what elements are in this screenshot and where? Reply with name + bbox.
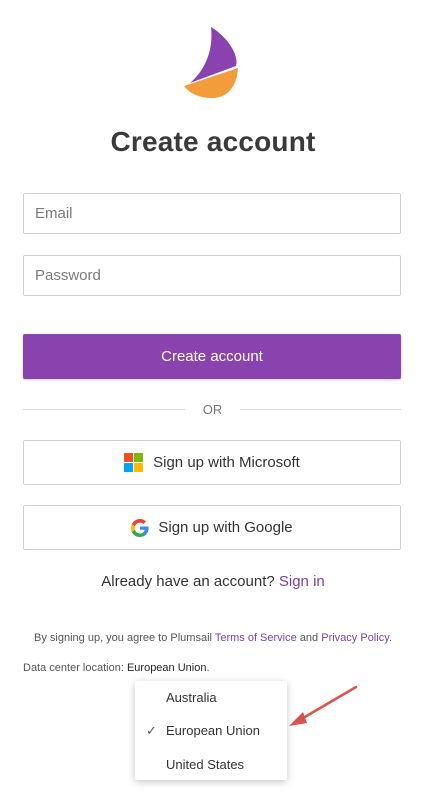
email-field[interactable] bbox=[23, 193, 401, 234]
google-button-label: Sign up with Google bbox=[158, 519, 293, 536]
option-label: European Union bbox=[166, 723, 260, 738]
sail-logo-icon bbox=[184, 27, 238, 98]
red-arrow-annotation-icon bbox=[289, 685, 358, 726]
data-center-dropdown: Australia ✓ European Union United States bbox=[135, 681, 287, 780]
sign-in-link[interactable]: Sign in bbox=[279, 573, 325, 590]
checkmark-icon: ✓ bbox=[146, 723, 157, 738]
terms-prefix: By signing up, you agree to Plumsail bbox=[34, 632, 212, 644]
google-icon bbox=[131, 518, 149, 537]
page-title: Create account bbox=[110, 126, 316, 157]
microsoft-button-label: Sign up with Microsoft bbox=[153, 454, 300, 471]
terms-of-service-link[interactable]: Terms of Service bbox=[215, 632, 297, 644]
sign-up-microsoft-button[interactable]: Sign up with Microsoft bbox=[23, 440, 401, 485]
data-center-suffix: . bbox=[206, 662, 210, 674]
data-center-value[interactable]: European Union bbox=[127, 662, 207, 674]
or-label: OR bbox=[202, 402, 223, 417]
dropdown-option-european-union[interactable]: ✓ European Union bbox=[135, 714, 287, 748]
data-center-label: Data center location: bbox=[23, 662, 124, 674]
microsoft-icon bbox=[124, 453, 144, 472]
dropdown-option-united-states[interactable]: United States bbox=[135, 748, 287, 782]
sign-up-google-button[interactable]: Sign up with Google bbox=[23, 505, 401, 550]
terms-text: By signing up, you agree to Plumsail Ter… bbox=[30, 630, 396, 646]
password-field[interactable] bbox=[23, 255, 401, 296]
signin-prompt: Already have an account? bbox=[101, 573, 275, 590]
terms-and: and bbox=[299, 632, 319, 644]
privacy-policy-link[interactable]: Privacy Policy bbox=[321, 632, 389, 644]
divider-right bbox=[240, 409, 401, 410]
divider-left bbox=[23, 409, 185, 410]
dropdown-option-australia[interactable]: Australia bbox=[135, 681, 287, 715]
create-account-button[interactable]: Create account bbox=[23, 334, 401, 379]
signin-row: Already have an account? Sign in bbox=[0, 573, 426, 590]
option-label: United States bbox=[166, 757, 245, 772]
data-center-location: Data center location: European Union. bbox=[23, 662, 210, 674]
terms-suffix: . bbox=[388, 632, 392, 644]
option-label: Australia bbox=[166, 690, 217, 705]
